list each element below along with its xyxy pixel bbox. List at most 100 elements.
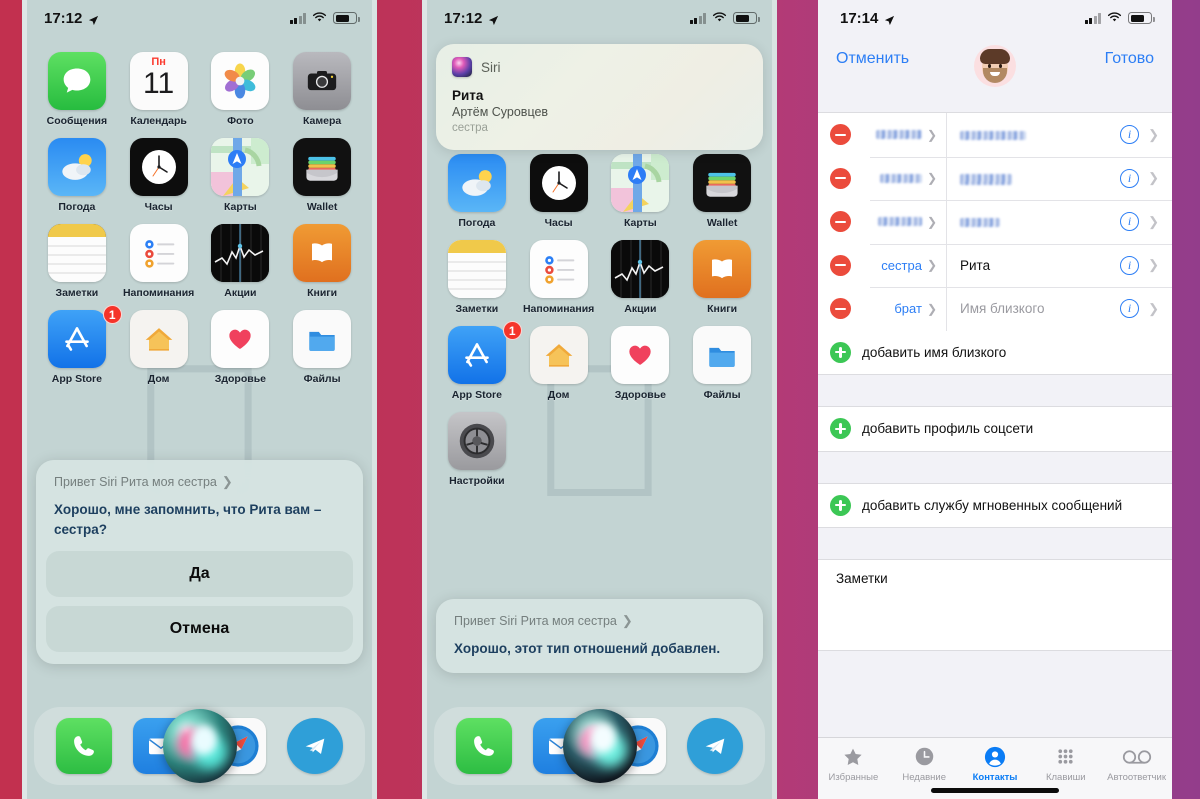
app-icon-notes[interactable]: Заметки [36,224,118,299]
app-icon-health[interactable]: Здоровье [200,310,282,385]
relation-value-cell[interactable] [947,214,1120,229]
minus-circle-icon[interactable] [830,167,851,189]
relation-value-cell[interactable] [947,127,1120,142]
app-label: Здоровье [214,373,266,385]
avatar[interactable] [974,45,1016,87]
relation-label-cell[interactable]: ❯ [862,113,947,157]
minus-circle-icon[interactable] [830,124,851,146]
tab-contacts[interactable]: Контакты [960,745,1031,783]
app-icon-books[interactable]: Книги [281,224,363,299]
app-icon-maps[interactable]: Карты [200,138,282,213]
app-icon-reminders[interactable]: Напоминания [118,224,200,299]
table-row[interactable]: ❯ i ❯ [818,113,1172,157]
wifi-icon [1107,10,1122,27]
relation-label-cell[interactable]: ❯ [862,200,947,244]
siri-query[interactable]: Привет Siri Рита моя сестра ❯ [36,474,363,500]
siri-query[interactable]: Привет Siri Рита моя сестра ❯ [436,613,763,639]
app-icon-reminders[interactable]: Напоминания [518,240,600,315]
status-bar-time: 17:14 [840,9,879,27]
table-row[interactable]: ❯ i ❯ [818,200,1172,244]
app-label: Камера [303,115,342,127]
add-related-name-row[interactable]: добавить имя близкого [818,330,1172,374]
siri-orb-icon[interactable] [562,709,637,783]
cancel-button[interactable]: Отменить [836,50,909,68]
plus-circle-icon[interactable] [830,494,851,516]
health-icon [611,326,670,384]
done-button[interactable]: Готово [1105,50,1154,68]
app-icon-weather[interactable]: Погода [436,154,518,229]
wifi-icon [712,10,727,27]
app-icon-camera[interactable]: Камера [281,52,363,127]
status-bar: 17:12 [422,0,777,36]
minus-circle-icon[interactable] [830,211,851,233]
app-icon-maps[interactable]: Карты [600,154,682,229]
notification-title: Рита [452,88,484,103]
app-icon-appstore[interactable]: 1 App Store [436,321,522,401]
info-circle-icon[interactable]: i [1120,125,1140,145]
app-icon-appstore[interactable]: 1 App Store [36,305,122,385]
app-icon-messages[interactable]: Сообщения [36,52,118,127]
phone-icon[interactable] [56,718,113,774]
table-row[interactable]: ❯ i ❯ [818,156,1172,200]
status-bar-right [1084,10,1155,27]
telegram-icon[interactable] [286,718,343,774]
minus-circle-icon[interactable] [830,254,851,276]
siri-cancel-button[interactable]: Отмена [46,606,353,653]
app-icon-notes[interactable]: Заметки [436,240,518,315]
location-arrow-icon [88,13,99,25]
siri-notification-banner[interactable]: Siri Рита Артём Суровцев сестра [436,44,763,150]
siri-app-icon [452,57,472,77]
phone-icon[interactable] [456,718,513,774]
tab-recents[interactable]: Недавние [889,745,960,783]
relation-label-cell[interactable]: брат ❯ [862,287,947,331]
relation-value-placeholder[interactable]: Имя близкого [947,301,1120,316]
home-icon [529,326,588,384]
social-profile-section: добавить профиль соцсети [818,406,1172,452]
notes-section[interactable]: Заметки [818,559,1172,651]
tab-keypad[interactable]: Клавиши [1030,745,1101,783]
app-icon-stocks[interactable]: Акции [600,240,682,315]
app-icon-home[interactable]: Дом [518,326,600,401]
add-social-profile-row[interactable]: добавить профиль соцсети [818,407,1172,451]
relation-label-cell[interactable]: ❯ [862,156,947,200]
app-icon-settings[interactable]: Настройки [436,412,518,487]
info-circle-icon[interactable]: i [1120,255,1140,275]
table-row[interactable]: сестра ❯ Рита i ❯ [818,243,1172,287]
app-icon-files[interactable]: Файлы [281,310,363,385]
table-row[interactable]: брат ❯ Имя близкого i ❯ [818,287,1172,331]
home-icon [129,310,188,368]
relation-label: брат [894,301,922,317]
relation-value[interactable]: Рита [947,258,1120,273]
app-icon-health[interactable]: Здоровье [600,326,682,401]
minus-circle-icon[interactable] [830,298,851,320]
app-icon-photos[interactable]: Фото [200,52,282,127]
app-icon-wallet[interactable]: Wallet [681,154,763,229]
tab-favorites[interactable]: Избранные [818,745,889,783]
relation-label-cell[interactable]: сестра ❯ [862,243,947,287]
relation-value-cell[interactable] [947,171,1120,186]
app-icon-books[interactable]: Книги [681,240,763,315]
add-instant-message-row[interactable]: добавить службу мгновенных сообщений [818,483,1172,527]
files-icon [693,326,752,384]
app-icon-files[interactable]: Файлы [681,326,763,401]
siri-yes-button[interactable]: Да [46,551,353,598]
telegram-icon[interactable] [686,718,743,774]
plus-circle-icon[interactable] [830,341,851,363]
tab-voicemail[interactable]: Автоответчик [1101,745,1172,783]
dock [434,707,765,785]
siri-orb-icon[interactable] [162,709,237,783]
app-icon-clock[interactable]: Часы [118,138,200,213]
app-icon-clock[interactable]: Часы [518,154,600,229]
info-circle-icon[interactable]: i [1120,168,1140,188]
app-icon-wallet[interactable]: Wallet [281,138,363,213]
info-circle-icon[interactable]: i [1120,212,1140,232]
app-icon-stocks[interactable]: Акции [200,224,282,299]
chevron-right-icon: ❯ [1148,257,1159,273]
app-icon-home[interactable]: Дом [118,310,200,385]
app-icon-calendar[interactable]: Пн 11 Календарь [118,52,200,127]
info-circle-icon[interactable]: i [1120,299,1140,319]
plus-circle-icon[interactable] [830,418,851,440]
cellular-bars-icon [689,12,706,24]
app-icon-weather[interactable]: Погода [36,138,118,213]
app-label: Часы [544,217,573,229]
